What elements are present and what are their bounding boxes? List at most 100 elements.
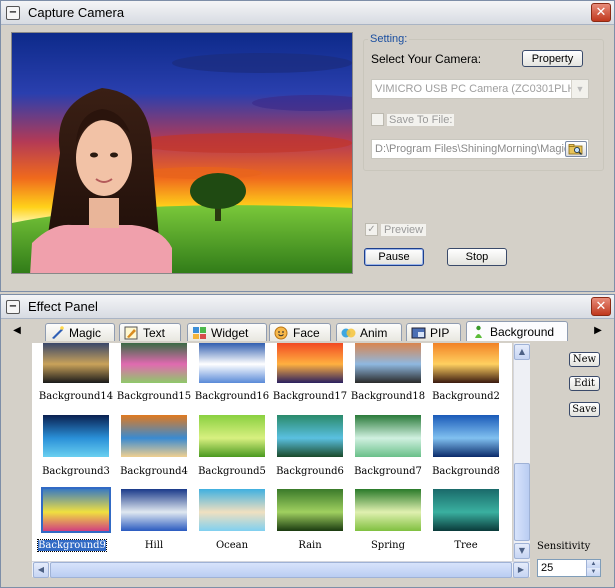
- tab-widget[interactable]: Widget: [187, 323, 267, 341]
- edit-button[interactable]: Edit: [569, 376, 600, 391]
- background-label[interactable]: Hill: [115, 540, 193, 551]
- tab-label: Face: [293, 325, 320, 340]
- collapse-icon[interactable]: −: [6, 5, 20, 20]
- horizontal-scroll-thumb[interactable]: [50, 562, 512, 578]
- folder-search-icon: [568, 144, 583, 155]
- background-label[interactable]: Background14: [37, 391, 115, 402]
- background-thumbnail[interactable]: [355, 489, 421, 531]
- background-label[interactable]: Background18: [349, 391, 427, 402]
- tab-text[interactable]: Text: [119, 323, 181, 341]
- background-thumbnail[interactable]: [41, 487, 111, 533]
- background-label[interactable]: Background6: [271, 466, 349, 477]
- tab-face[interactable]: Face: [269, 323, 331, 341]
- stop-button[interactable]: Stop: [447, 248, 507, 266]
- background-thumbnail[interactable]: [121, 343, 187, 383]
- tab-background[interactable]: Background: [466, 321, 568, 341]
- scroll-right-icon[interactable]: ▶: [513, 562, 529, 578]
- save-button[interactable]: Save: [569, 402, 600, 417]
- sensitivity-label: Sensitivity: [537, 541, 591, 552]
- camera-preview: [11, 32, 353, 274]
- vertical-scroll-thumb[interactable]: [514, 463, 530, 541]
- background-thumbnail[interactable]: [277, 415, 343, 457]
- background-label[interactable]: Background7: [349, 466, 427, 477]
- close-capture-button[interactable]: ✕: [591, 3, 611, 22]
- background-label[interactable]: Background5: [193, 466, 271, 477]
- tab-anim[interactable]: Anim: [336, 323, 402, 341]
- background-thumbnail[interactable]: [199, 489, 265, 531]
- background-thumbnail-grid: Background14 Background15 Background16 Back…: [32, 343, 512, 561]
- background-label[interactable]: Background8: [427, 466, 505, 477]
- preview-checkbox[interactable]: ✓ Preview: [365, 223, 427, 236]
- background-thumbnail[interactable]: [433, 415, 499, 457]
- save-path-value: D:\Program Files\ShiningMorning\Magic: [375, 143, 570, 155]
- effect-tabs: ◀ Magic Text Widget Face Anim PIP Backgr…: [1, 321, 614, 341]
- checkbox-box[interactable]: [371, 113, 384, 126]
- background-thumbnail[interactable]: [199, 343, 265, 383]
- background-thumbnail[interactable]: [277, 489, 343, 531]
- new-button[interactable]: New: [569, 352, 600, 367]
- face-icon: [274, 326, 288, 339]
- background-label[interactable]: Background16: [193, 391, 271, 402]
- collapse-icon[interactable]: −: [6, 299, 20, 314]
- save-path-field[interactable]: D:\Program Files\ShiningMorning\Magic: [371, 139, 589, 159]
- spin-up-icon[interactable]: ▲: [586, 560, 600, 568]
- text-icon: [124, 326, 138, 339]
- tab-scroll-left-icon[interactable]: ◀: [11, 324, 23, 338]
- horizontal-scrollbar[interactable]: ◀ ▶: [32, 561, 530, 578]
- select-camera-label: Select Your Camera:: [371, 52, 482, 66]
- tab-scroll-right-icon[interactable]: ▶: [592, 324, 604, 338]
- chevron-down-icon[interactable]: ▼: [571, 80, 588, 98]
- tab-pip[interactable]: PIP: [406, 323, 461, 341]
- background-thumbnail[interactable]: [121, 489, 187, 531]
- background-label[interactable]: Background2: [427, 391, 505, 402]
- background-thumbnail[interactable]: [43, 415, 109, 457]
- background-thumbnail[interactable]: [121, 415, 187, 457]
- tab-label: Magic: [69, 325, 102, 340]
- background-label[interactable]: Rain: [271, 540, 349, 551]
- background-thumbnail[interactable]: [199, 415, 265, 457]
- scroll-down-icon[interactable]: ▼: [514, 543, 530, 559]
- background-thumbnail[interactable]: [433, 489, 499, 531]
- tab-label: Anim: [360, 325, 388, 340]
- background-thumbnail[interactable]: [355, 415, 421, 457]
- tab-label: PIP: [430, 325, 450, 340]
- widget-icon: [193, 326, 206, 339]
- pause-button[interactable]: Pause: [364, 248, 424, 266]
- capture-camera-window: − Capture Camera ✕ Setting: Select Your …: [0, 0, 615, 292]
- capture-title: Capture Camera: [28, 5, 125, 20]
- effect-title: Effect Panel: [28, 299, 98, 314]
- scroll-up-icon[interactable]: ▲: [514, 344, 530, 360]
- camera-select[interactable]: VIMICRO USB PC Camera (ZC0301PLH) ▼: [371, 79, 589, 99]
- effect-panel-window: − Effect Panel ✕ ◀ Magic Text Widget Fac…: [0, 294, 615, 588]
- close-effect-button[interactable]: ✕: [591, 297, 611, 316]
- capture-title-bar: − Capture Camera ✕: [1, 1, 614, 25]
- property-button[interactable]: Property: [522, 50, 583, 67]
- checkbox-checked-icon[interactable]: ✓: [365, 223, 378, 236]
- background-label[interactable]: Ocean: [193, 540, 271, 551]
- background-thumbnail[interactable]: [433, 343, 499, 383]
- setting-label: Setting:: [368, 33, 410, 45]
- background-label[interactable]: Background4: [115, 466, 193, 477]
- background-thumbnail[interactable]: [43, 343, 109, 383]
- browse-folder-button[interactable]: [565, 141, 587, 157]
- scroll-left-icon[interactable]: ◀: [33, 562, 49, 578]
- background-label[interactable]: Background3: [37, 466, 115, 477]
- spin-down-icon[interactable]: ▼: [586, 568, 600, 576]
- preview-label: Preview: [381, 223, 427, 236]
- save-to-file-checkbox[interactable]: Save To File:: [371, 113, 455, 126]
- camera-preview-image: [12, 33, 352, 273]
- background-label[interactable]: Background15: [115, 391, 193, 402]
- sensitivity-spinner[interactable]: 25 ▲ ▼: [537, 559, 601, 577]
- vertical-scrollbar[interactable]: ▲ ▼: [513, 343, 530, 561]
- save-to-file-label: Save To File:: [387, 113, 455, 126]
- tab-label: Text: [143, 325, 166, 340]
- effect-title-bar: − Effect Panel ✕: [1, 295, 614, 319]
- background-label[interactable]: Background17: [271, 391, 349, 402]
- background-label[interactable]: Background9: [37, 539, 107, 552]
- tab-magic[interactable]: Magic: [45, 323, 115, 341]
- background-thumbnail[interactable]: [277, 343, 343, 383]
- magic-icon: [52, 325, 64, 339]
- background-label[interactable]: Tree: [427, 540, 505, 551]
- background-label[interactable]: Spring: [349, 540, 427, 551]
- background-thumbnail[interactable]: [355, 343, 421, 383]
